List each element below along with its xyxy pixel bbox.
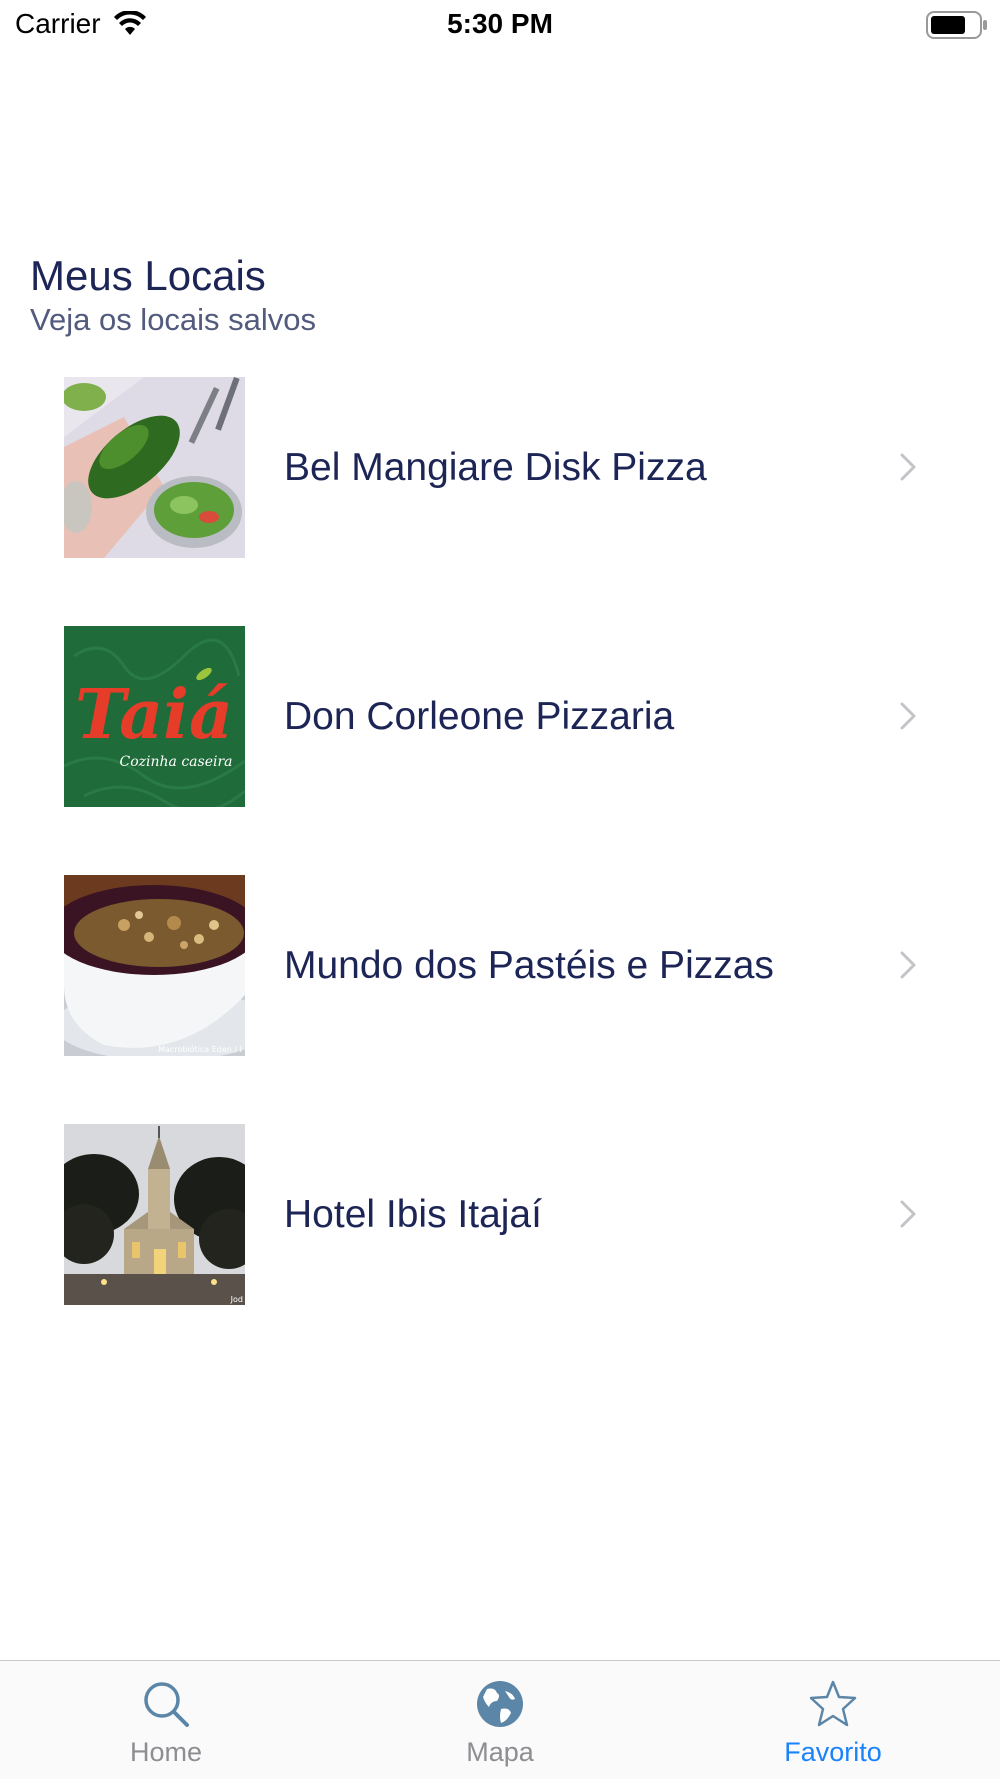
place-row-don-corleone[interactable]: Taiá Cozinha caseira Don Corleone Pizzar…	[0, 626, 1000, 807]
chevron-right-icon	[900, 951, 916, 979]
battery-icon	[926, 11, 987, 39]
tab-favorito[interactable]: Favorito	[723, 1661, 943, 1779]
status-bar: Carrier 5:30 PM	[0, 0, 1000, 50]
chevron-right-icon	[900, 702, 916, 730]
tab-label: Favorito	[784, 1737, 882, 1767]
logo-subtext: Cozinha caseira	[120, 754, 233, 770]
photo-watermark: Jod	[230, 1295, 243, 1304]
globe-icon	[477, 1681, 523, 1727]
page-title: Meus Locais	[30, 252, 266, 299]
search-icon	[144, 1682, 189, 1727]
logo-text: Taiá	[75, 675, 233, 755]
salad-buffet-photo	[64, 377, 245, 558]
place-row-bel-mangiare[interactable]: Bel Mangiare Disk Pizza	[0, 377, 1000, 558]
place-thumbnail: Jod	[64, 1124, 245, 1305]
status-time: 5:30 PM	[447, 8, 553, 39]
place-thumbnail	[64, 377, 245, 558]
chevron-right-icon	[900, 1200, 916, 1228]
place-row-mundo-pasteis[interactable]: Macrobiótica Eden / I Mundo dos Pastéis …	[0, 875, 1000, 1056]
places-list: Bel Mangiare Disk Pizza Taiá Cozinha cas…	[0, 377, 1000, 1373]
taia-logo: Taiá Cozinha caseira	[64, 626, 245, 807]
acai-bowl-photo: Macrobiótica Eden / I	[64, 875, 245, 1056]
place-name: Bel Mangiare Disk Pizza	[284, 446, 707, 489]
tab-mapa[interactable]: Mapa	[390, 1661, 610, 1779]
place-name: Mundo dos Pastéis e Pizzas	[284, 944, 774, 987]
star-icon	[809, 1680, 857, 1727]
tab-label: Mapa	[466, 1737, 534, 1767]
tab-bar: Home Mapa Favorito	[0, 1660, 1000, 1779]
tab-home[interactable]: Home	[56, 1661, 276, 1779]
tab-label: Home	[129, 1737, 203, 1767]
place-row-hotel-ibis[interactable]: Jod Hotel Ibis Itajaí	[0, 1124, 1000, 1305]
place-name: Don Corleone Pizzaria	[284, 695, 675, 738]
place-thumbnail: Macrobiótica Eden / I	[64, 875, 245, 1056]
place-thumbnail: Taiá Cozinha caseira	[64, 626, 245, 807]
chevron-right-icon	[900, 453, 916, 481]
church-photo: Jod	[64, 1124, 245, 1305]
photo-watermark: Macrobiótica Eden / I	[158, 1044, 242, 1054]
place-name: Hotel Ibis Itajaí	[284, 1193, 542, 1236]
page-header: Meus Locais Veja os locais salvos	[30, 250, 316, 340]
page-subtitle: Veja os locais salvos	[30, 302, 317, 337]
